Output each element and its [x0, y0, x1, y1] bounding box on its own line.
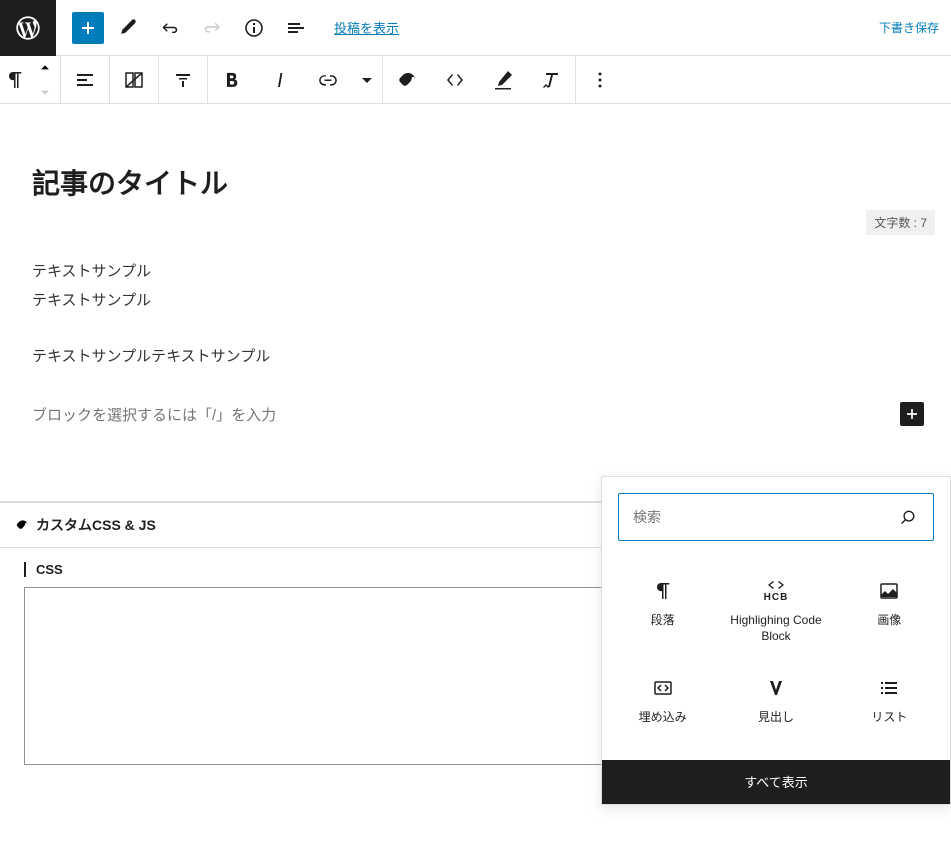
- block-highlighting-code[interactable]: HCB Highlighing Code Block: [719, 565, 832, 662]
- more-formatting-dropdown[interactable]: [352, 56, 382, 104]
- top-tools: 投稿を表示: [56, 10, 399, 46]
- clear-format-button[interactable]: [527, 56, 575, 104]
- panel-icon: [14, 517, 30, 533]
- marker-button[interactable]: [383, 56, 431, 104]
- edit-tool-button[interactable]: [110, 10, 146, 46]
- block-toolbar: [0, 56, 951, 104]
- style-cap-button[interactable]: [159, 56, 207, 104]
- block-search-input[interactable]: [633, 509, 897, 525]
- block-embed[interactable]: 埋め込み: [606, 662, 719, 744]
- empty-block-row[interactable]: ブロックを選択するには「/」を入力: [32, 404, 919, 425]
- paragraph-block[interactable]: テキストサンプル: [32, 287, 919, 316]
- align-button[interactable]: [61, 56, 109, 104]
- paragraph-block[interactable]: テキストサンプル: [32, 258, 919, 287]
- show-all-blocks-button[interactable]: すべて表示: [602, 760, 950, 804]
- more-options-button[interactable]: [576, 56, 624, 104]
- editor-canvas: 記事のタイトル 文字数 : 7 テキストサンプル テキストサンプル テキストサン…: [0, 104, 951, 445]
- bold-button[interactable]: [208, 56, 256, 104]
- paragraph-block[interactable]: テキストサンプルテキストサンプル: [32, 343, 919, 372]
- block-list[interactable]: リスト: [833, 662, 946, 744]
- view-post-link[interactable]: 投稿を表示: [334, 18, 399, 37]
- paragraph-block-type-button[interactable]: [0, 56, 30, 104]
- add-block-button[interactable]: [72, 12, 104, 44]
- post-title[interactable]: 記事のタイトル: [32, 162, 919, 202]
- block-placeholder-text: ブロックを選択するには「/」を入力: [32, 404, 276, 425]
- info-button[interactable]: [236, 10, 272, 46]
- word-count-badge: 文字数 : 7: [866, 210, 935, 235]
- highlight-button[interactable]: [479, 56, 527, 104]
- custom-css-panel-title: カスタムCSS & JS: [36, 515, 156, 535]
- link-button[interactable]: [304, 56, 352, 104]
- move-up-button[interactable]: [30, 56, 60, 80]
- block-heading[interactable]: 見出し: [719, 662, 832, 744]
- content-blocks: テキストサンプル テキストサンプル テキストサンプルテキストサンプル ブロックを…: [32, 258, 919, 425]
- code-button[interactable]: [431, 56, 479, 104]
- redo-button[interactable]: [194, 10, 230, 46]
- move-buttons: [30, 56, 60, 104]
- move-down-button[interactable]: [30, 80, 60, 104]
- editor-top-bar: 投稿を表示 下書き保存: [0, 0, 951, 56]
- outline-button[interactable]: [278, 10, 314, 46]
- block-grid: 段落 HCB Highlighing Code Block 画像 埋め込み 見出…: [602, 557, 950, 760]
- save-draft-button[interactable]: 下書き保存: [879, 19, 939, 36]
- undo-button[interactable]: [152, 10, 188, 46]
- search-icon: [897, 506, 919, 528]
- inline-add-block-button[interactable]: [900, 402, 924, 426]
- wordpress-logo[interactable]: [0, 0, 56, 56]
- block-paragraph[interactable]: 段落: [606, 565, 719, 662]
- block-image[interactable]: 画像: [833, 565, 946, 662]
- italic-button[interactable]: [256, 56, 304, 104]
- block-search-box: [618, 493, 934, 541]
- block-inserter-popup: 段落 HCB Highlighing Code Block 画像 埋め込み 見出…: [601, 476, 951, 805]
- column-block-button[interactable]: [110, 56, 158, 104]
